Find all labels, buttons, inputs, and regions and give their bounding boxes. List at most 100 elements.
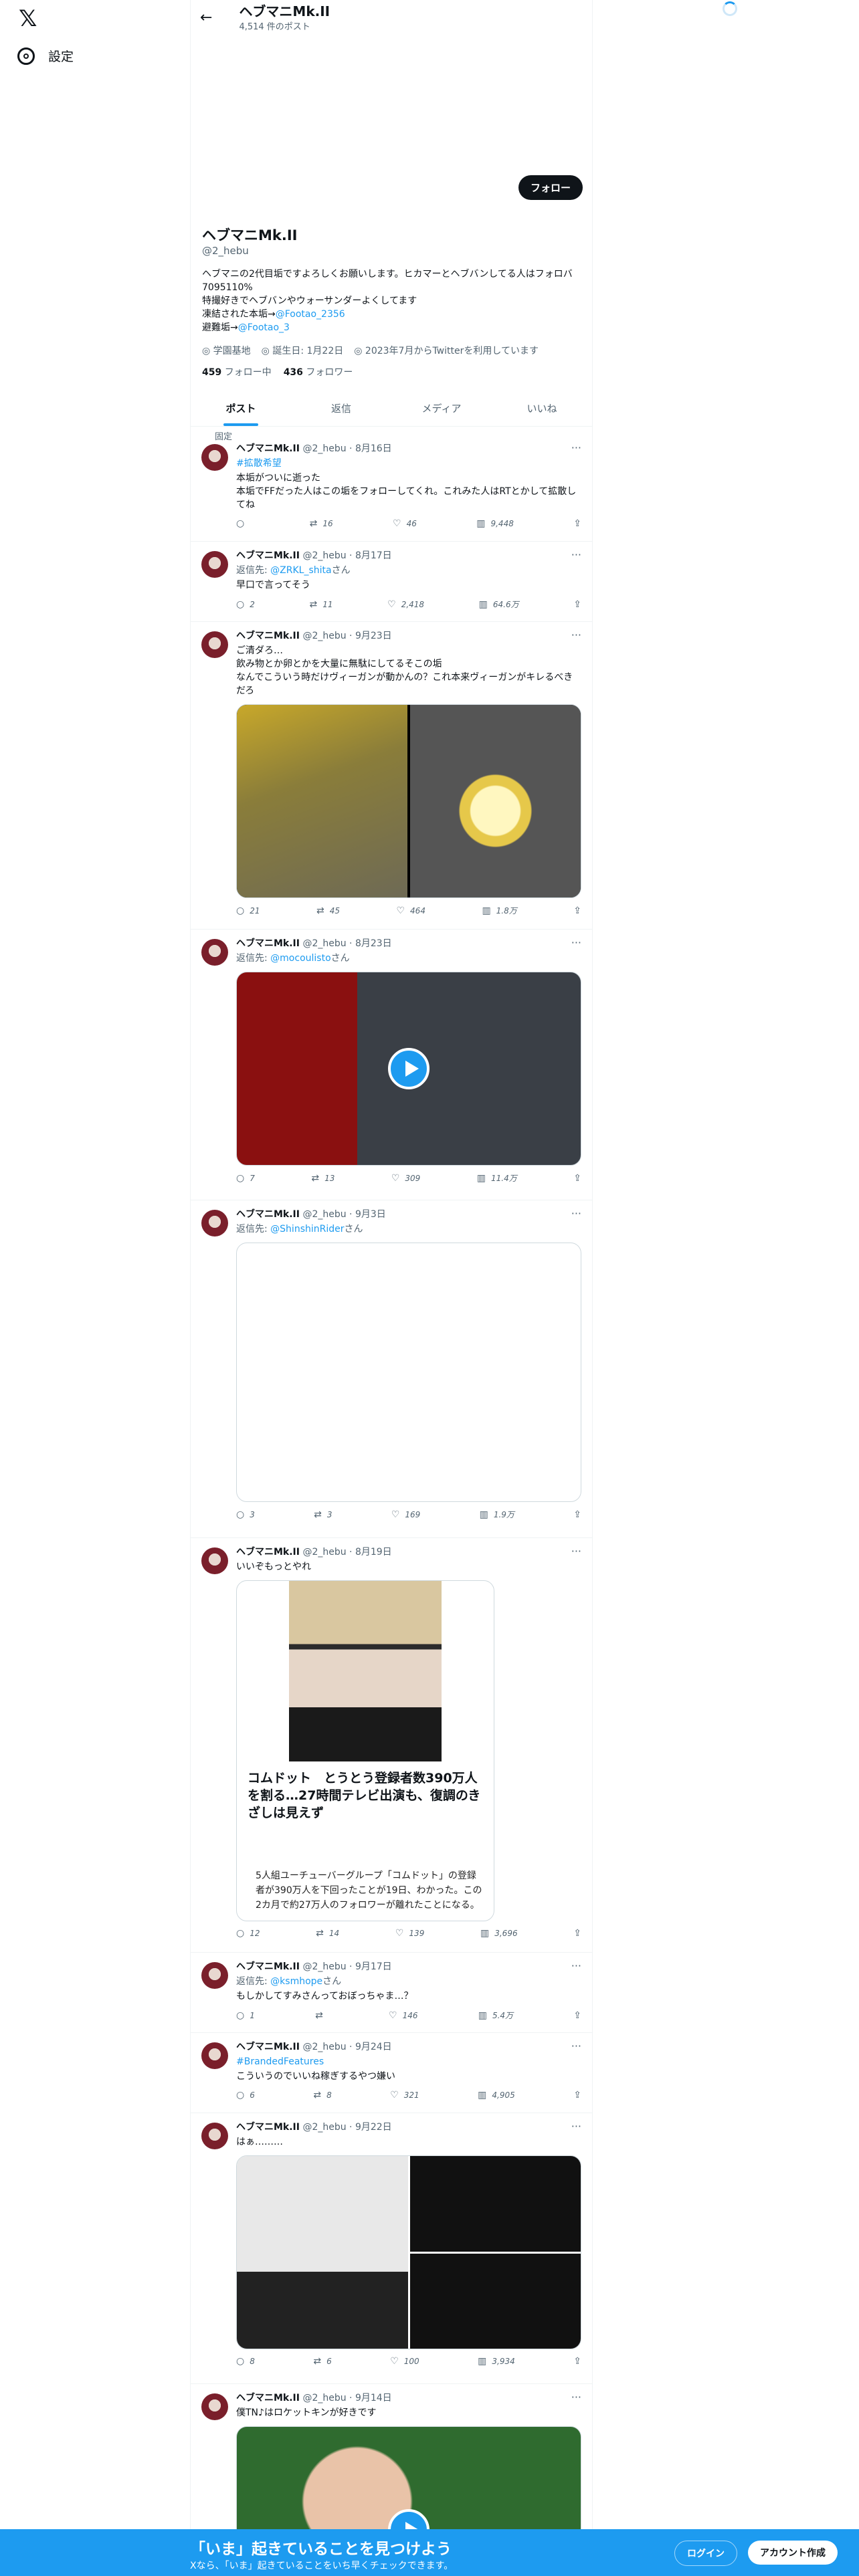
retweet-button[interactable]: ⇄ 11 [309,599,332,610]
media-image-3[interactable] [409,2253,581,2349]
views-button[interactable]: ▥ 5.4万 [478,2010,513,2021]
follow-button[interactable]: フォロー [518,175,583,200]
followers-link[interactable]: 436 フォロワー [284,365,353,379]
views-button[interactable]: ▥ 9,448 [476,518,514,529]
avatar[interactable] [201,1962,228,1989]
share-button[interactable]: ⇪ [573,1509,581,1520]
views-button[interactable]: ▥ 4,905 [478,2090,515,2101]
avatar[interactable] [201,551,228,578]
like-button[interactable]: ♡ 2,418 [387,599,424,610]
reply-button[interactable]: ○ 1 [236,2010,255,2021]
avatar[interactable] [201,2042,228,2069]
back-arrow-icon[interactable]: ← [200,9,212,26]
reply-to-link[interactable]: @ShinshinRider [270,1224,344,1235]
play-icon[interactable] [388,1048,430,1089]
share-button[interactable]: ⇪ [573,2090,581,2101]
like-button[interactable]: ♡ 321 [390,2090,419,2101]
bio-link-2[interactable]: @Footao_3 [238,322,290,333]
tweet-author[interactable]: ヘブマニMk.II [236,1547,300,1558]
share-button[interactable]: ⇪ [573,599,581,610]
reply-button[interactable]: ○ 2 [236,599,255,610]
avatar[interactable] [201,444,228,471]
share-button[interactable]: ⇪ [573,905,581,916]
reply-button[interactable]: ○ [236,518,250,529]
avatar[interactable] [201,1547,228,1574]
article-card[interactable]: コムドット とうとう登録者数390万人を割る…27時間テレビ出演も、復調のきざし… [236,1580,494,1921]
tweet-media[interactable] [236,704,581,898]
tweet-author[interactable]: ヘブマニMk.II [236,2393,300,2403]
views-button[interactable]: ▥ 3,696 [480,1928,518,1939]
like-button[interactable]: ♡ 169 [391,1509,420,1520]
signup-button[interactable]: アカウント作成 [748,2541,838,2565]
avatar[interactable] [201,2123,228,2149]
retweet-button[interactable]: ⇄ 16 [310,518,333,529]
reply-button[interactable]: ○ 3 [236,1509,255,1520]
tweet[interactable]: ··· ヘブマニMk.II @2_hebu · 9月23日 ご清ダろ… 飲み物と… [191,622,592,930]
tweet[interactable]: ··· ヘブマニMk.II @2_hebu · 8月16日 #拡散希望 本垢がつ… [191,435,592,542]
share-button[interactable]: ⇪ [573,2010,581,2021]
reply-button[interactable]: ○ 7 [236,1172,255,1184]
media-video-2[interactable] [410,705,581,897]
avatar[interactable] [201,631,228,658]
login-button[interactable]: ログイン [674,2541,737,2566]
reply-to-link[interactable]: @ksmhope [270,1976,322,1987]
share-button[interactable]: ⇪ [573,1928,581,1939]
avatar[interactable] [201,2393,228,2420]
x-logo-icon[interactable]: 𝕏 [19,7,43,31]
share-button[interactable]: ⇪ [573,1172,581,1184]
retweet-button[interactable]: ⇄ 6 [313,2356,331,2367]
retweet-button[interactable]: ⇄ [315,2010,328,2021]
bio-link-1[interactable]: @Footao_2356 [276,309,345,320]
reply-to-link[interactable]: @mocoulisto [270,953,330,964]
tweet[interactable]: ··· ヘブマニMk.II @2_hebu · 9月17日 返信先: @ksmh… [191,1953,592,2033]
tweet-author[interactable]: ヘブマニMk.II [236,631,300,641]
retweet-button[interactable]: ⇄ 8 [313,2090,331,2101]
reply-to-link[interactable]: @ZRKL_shita [270,565,331,576]
like-button[interactable]: ♡ 464 [396,905,425,916]
article-title[interactable]: コムドット とうとう登録者数390万人を割る…27時間テレビ出演も、復調のきざし… [237,1769,494,1822]
avatar[interactable] [201,939,228,966]
tweet-media-grid[interactable] [236,2155,581,2349]
tab-posts[interactable]: ポスト [191,391,291,426]
tweet-video[interactable] [236,972,581,1166]
share-button[interactable]: ⇪ [573,2356,581,2367]
like-button[interactable]: ♡ 309 [391,1172,420,1184]
tab-media[interactable]: メディア [391,391,492,426]
tab-likes[interactable]: いいね [492,391,592,426]
retweet-button[interactable]: ⇄ 45 [316,905,340,916]
media-image-2[interactable] [409,2156,581,2252]
tweet-author[interactable]: ヘブマニMk.II [236,550,300,561]
like-button[interactable]: ♡ 100 [390,2356,419,2367]
media-image-1[interactable] [237,2156,408,2349]
hashtag-link[interactable]: #拡散希望 [236,457,581,470]
tweet-author[interactable]: ヘブマニMk.II [236,443,300,454]
tab-replies[interactable]: 返信 [291,391,391,426]
like-button[interactable]: ♡ 146 [389,2010,417,2021]
tweet[interactable]: ··· ヘブマニMk.II @2_hebu · 9月24日 #BrandedFe… [191,2033,592,2113]
retweet-button[interactable]: ⇄ 13 [311,1172,335,1184]
retweet-button[interactable]: ⇄ 14 [316,1928,339,1939]
tweet-author[interactable]: ヘブマニMk.II [236,938,300,949]
tweet-author[interactable]: ヘブマニMk.II [236,2122,300,2133]
views-button[interactable]: ▥ 64.6万 [479,599,519,610]
reply-button[interactable]: ○ 21 [236,905,260,916]
tweet[interactable]: ··· ヘブマニMk.II @2_hebu · 9月3日 返信先: @Shins… [191,1200,592,1538]
tweet-author[interactable]: ヘブマニMk.II [236,1209,300,1220]
reply-button[interactable]: ○ 8 [236,2356,255,2367]
media-video-1[interactable] [237,705,407,897]
tweet-author[interactable]: ヘブマニMk.II [236,1961,300,1972]
share-button[interactable]: ⇪ [573,518,581,529]
like-button[interactable]: ♡ 46 [393,518,417,529]
tweet[interactable]: ··· ヘブマニMk.II @2_hebu · 8月17日 返信先: @ZRKL… [191,542,592,622]
hashtag-link[interactable]: #BrandedFeatures [236,2055,581,2068]
tweet[interactable]: ··· ヘブマニMk.II @2_hebu · 9月22日 はぁ……… ○ 8 ⇄… [191,2113,592,2384]
like-button[interactable]: ♡ 139 [395,1928,424,1939]
views-button[interactable]: ▥ 3,934 [478,2356,515,2367]
reply-button[interactable]: ○ 12 [236,1928,260,1939]
reply-button[interactable]: ○ 6 [236,2090,255,2101]
following-link[interactable]: 459 フォロー中 [202,365,272,379]
tweet-author[interactable]: ヘブマニMk.II [236,2042,300,2052]
views-button[interactable]: ▥ 11.4万 [477,1172,517,1184]
views-button[interactable]: ▥ 1.9万 [480,1509,514,1520]
nav-settings[interactable]: 設定 [17,47,74,65]
